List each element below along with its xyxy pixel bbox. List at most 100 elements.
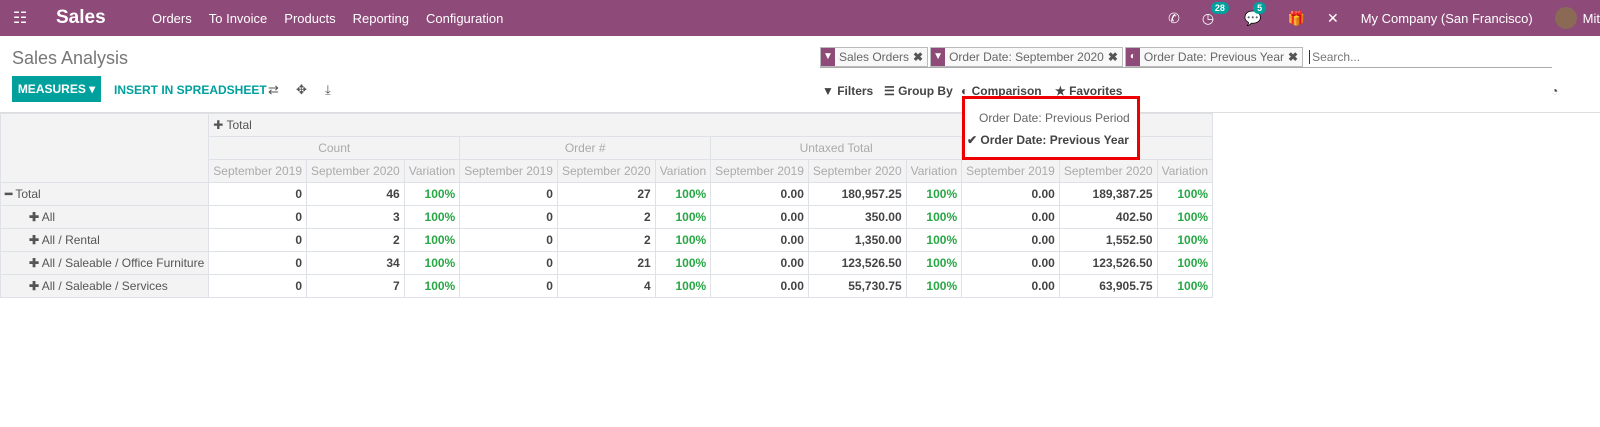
comparison-previous-period[interactable]: Order Date: Previous Period: [979, 111, 1130, 125]
menu-orders[interactable]: Orders: [152, 11, 192, 26]
measure-header[interactable]: Count: [208, 136, 461, 160]
value-cell[interactable]: 0.00: [710, 274, 809, 298]
activity-clock-icon[interactable]: ◷ 28: [1202, 1, 1229, 27]
value-cell[interactable]: 0: [459, 182, 558, 206]
variation-cell[interactable]: 100%: [1156, 274, 1214, 298]
value-cell[interactable]: 1,552.50: [1058, 228, 1158, 252]
variation-cell[interactable]: 100%: [403, 182, 461, 206]
menu-products[interactable]: Products: [284, 11, 335, 26]
period-header[interactable]: September 2019: [459, 159, 558, 183]
value-cell[interactable]: 0: [208, 205, 307, 229]
value-cell[interactable]: 402.50: [1058, 205, 1158, 229]
value-cell[interactable]: 0.00: [961, 182, 1060, 206]
value-cell[interactable]: 55,730.75: [807, 274, 907, 298]
value-cell[interactable]: 0.00: [710, 228, 809, 252]
variation-cell[interactable]: 100%: [1156, 205, 1214, 229]
company-switcher[interactable]: My Company (San Francisco): [1361, 11, 1533, 26]
measures-button[interactable]: MEASURES ▾: [12, 76, 101, 102]
flip-axis-icon[interactable]: ⇄: [268, 82, 279, 98]
variation-cell[interactable]: 100%: [905, 205, 963, 229]
period-header[interactable]: September 2019: [208, 159, 307, 183]
variation-cell[interactable]: 100%: [1156, 228, 1214, 252]
variation-cell[interactable]: 100%: [654, 274, 712, 298]
row-header[interactable]: ✚ All: [0, 205, 210, 229]
variation-cell[interactable]: 100%: [654, 205, 712, 229]
period-header[interactable]: Variation: [403, 159, 461, 183]
download-icon[interactable]: ⤓: [325, 82, 331, 98]
menu-reporting[interactable]: Reporting: [353, 11, 409, 26]
value-cell[interactable]: 0: [208, 274, 307, 298]
variation-cell[interactable]: 100%: [403, 274, 461, 298]
row-header[interactable]: ✚ All / Rental: [0, 228, 210, 252]
group-by-button[interactable]: ☰ Group By: [884, 84, 953, 98]
value-cell[interactable]: 0: [459, 228, 558, 252]
user-name[interactable]: Mit: [1583, 11, 1600, 26]
measure-header[interactable]: Untaxed Total: [710, 136, 963, 160]
variation-cell[interactable]: 100%: [905, 274, 963, 298]
app-name[interactable]: Sales: [56, 7, 152, 29]
value-cell[interactable]: 350.00: [807, 205, 907, 229]
value-cell[interactable]: 0.00: [961, 274, 1060, 298]
period-header[interactable]: Variation: [1156, 159, 1214, 183]
row-header[interactable]: ✚ All / Saleable / Services: [0, 274, 210, 298]
value-cell[interactable]: 2: [306, 228, 405, 252]
value-cell[interactable]: 0: [459, 205, 558, 229]
value-cell[interactable]: 1,350.00: [807, 228, 907, 252]
chat-icon[interactable]: 💬 5: [1244, 1, 1267, 27]
variation-cell[interactable]: 100%: [403, 251, 461, 275]
apps-menu-icon[interactable]: ☷: [0, 8, 40, 28]
value-cell[interactable]: 2: [556, 205, 656, 229]
value-cell[interactable]: 123,526.50: [1058, 251, 1158, 275]
value-cell[interactable]: 0.00: [710, 251, 809, 275]
comparison-previous-year[interactable]: ✔ Order Date: Previous Year: [967, 133, 1129, 147]
value-cell[interactable]: 0.00: [710, 205, 809, 229]
period-header[interactable]: Variation: [654, 159, 712, 183]
value-cell[interactable]: 0.00: [961, 251, 1060, 275]
value-cell[interactable]: 189,387.25: [1058, 182, 1158, 206]
value-cell[interactable]: 34: [306, 251, 405, 275]
value-cell[interactable]: 27: [556, 182, 656, 206]
menu-configuration[interactable]: Configuration: [426, 11, 503, 26]
value-cell[interactable]: 0: [459, 251, 558, 275]
period-header[interactable]: September 2020: [807, 159, 907, 183]
period-header[interactable]: September 2020: [1058, 159, 1158, 183]
remove-facet-icon[interactable]: ✖: [1288, 50, 1298, 64]
variation-cell[interactable]: 100%: [654, 251, 712, 275]
row-header[interactable]: ━ Total: [0, 182, 210, 206]
value-cell[interactable]: 0.00: [710, 182, 809, 206]
variation-cell[interactable]: 100%: [654, 182, 712, 206]
dashboard-icon[interactable]: ◔: [1551, 84, 1558, 98]
value-cell[interactable]: 123,526.50: [807, 251, 907, 275]
variation-cell[interactable]: 100%: [403, 205, 461, 229]
period-header[interactable]: Variation: [905, 159, 963, 183]
variation-cell[interactable]: 100%: [905, 251, 963, 275]
expand-all-icon[interactable]: ✥: [296, 82, 307, 98]
value-cell[interactable]: 21: [556, 251, 656, 275]
period-header[interactable]: September 2019: [710, 159, 809, 183]
variation-cell[interactable]: 100%: [1156, 251, 1214, 275]
value-cell[interactable]: 4: [556, 274, 656, 298]
measure-header[interactable]: Order #: [459, 136, 712, 160]
period-header[interactable]: September 2019: [961, 159, 1060, 183]
value-cell[interactable]: 0: [208, 251, 307, 275]
value-cell[interactable]: 0: [459, 274, 558, 298]
variation-cell[interactable]: 100%: [905, 182, 963, 206]
gift-icon[interactable]: 🎁: [1288, 10, 1305, 27]
value-cell[interactable]: 63,905.75: [1058, 274, 1158, 298]
phone-icon[interactable]: ✆: [1168, 10, 1180, 27]
variation-cell[interactable]: 100%: [905, 228, 963, 252]
menu-to-invoice[interactable]: To Invoice: [209, 11, 268, 26]
value-cell[interactable]: 46: [306, 182, 405, 206]
remove-facet-icon[interactable]: ✖: [1108, 50, 1118, 64]
value-cell[interactable]: 0: [208, 182, 307, 206]
value-cell[interactable]: 3: [306, 205, 405, 229]
period-header[interactable]: September 2020: [556, 159, 656, 183]
value-cell[interactable]: 0.00: [961, 205, 1060, 229]
value-cell[interactable]: 7: [306, 274, 405, 298]
variation-cell[interactable]: 100%: [1156, 182, 1214, 206]
tools-icon[interactable]: ✕: [1327, 10, 1339, 27]
value-cell[interactable]: 2: [556, 228, 656, 252]
value-cell[interactable]: 180,957.25: [807, 182, 907, 206]
value-cell[interactable]: 0: [208, 228, 307, 252]
variation-cell[interactable]: 100%: [403, 228, 461, 252]
